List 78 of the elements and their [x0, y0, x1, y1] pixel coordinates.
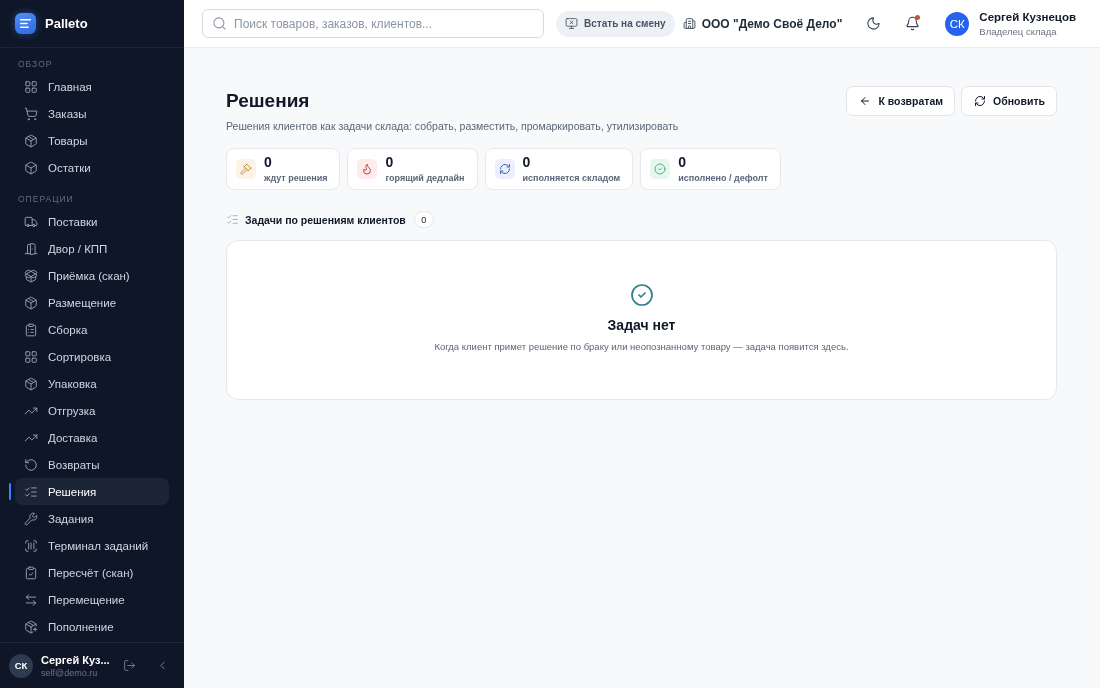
logout-button[interactable]	[123, 659, 136, 672]
user-email: self@demo.ru	[41, 667, 99, 678]
sidebar-item[interactable]: Остатки	[15, 154, 169, 181]
search-icon	[212, 16, 227, 31]
refresh-button[interactable]: Обновить	[961, 86, 1057, 116]
checklist-icon	[24, 484, 38, 499]
count-badge: 0	[413, 211, 434, 228]
sidebar-item[interactable]: Терминал заданий	[15, 532, 169, 559]
user-name: Сергей Куз...	[41, 653, 111, 666]
package-icon	[24, 376, 38, 391]
arrow-left-icon	[859, 95, 872, 107]
cart-icon	[24, 106, 38, 121]
truck-icon	[24, 214, 38, 229]
moon-icon	[865, 16, 881, 31]
section-title: ОБЗОР	[17, 58, 54, 71]
check-circle-icon	[629, 283, 654, 307]
refresh-icon	[974, 95, 987, 107]
stat-value: 0	[678, 155, 687, 170]
monitor-x-icon	[565, 17, 579, 30]
user-role: Владелец склада	[979, 25, 1058, 37]
grid-icon	[24, 349, 38, 364]
sidebar-item[interactable]: Приёмка (скан)	[15, 262, 169, 289]
search-field[interactable]: Поиск товаров, заказов, клиентов...	[202, 9, 544, 38]
stat-label: ждут решения	[264, 173, 328, 183]
package-icon	[24, 295, 38, 310]
sidebar-item[interactable]: Заказы	[15, 100, 169, 127]
page-subtitle: Решения клиентов как задачи склада: собрать, разместить, промаркировать, утилизировать	[226, 120, 679, 132]
barcode-scan-icon	[24, 538, 38, 553]
stat-value: 0	[522, 155, 532, 170]
empty-text: Когда клиент примет решение по браку или неопознанному товару — задача появится здесь.	[434, 341, 849, 352]
package-icon	[24, 619, 38, 634]
sidebar-item[interactable]: Пополнение	[15, 613, 169, 640]
stat-label: исполнено / дефолт	[678, 173, 768, 183]
checklist-icon	[226, 213, 239, 226]
stat-label: исполняется складом	[522, 173, 621, 183]
empty-title: Задач нет	[607, 317, 676, 333]
sidebar-item[interactable]: Поставки	[15, 208, 169, 235]
sidebar-item[interactable]: Возвраты	[15, 451, 169, 478]
stat-value: 0	[385, 155, 395, 170]
back-button[interactable]: К возвратам	[846, 86, 956, 116]
sidebar-item[interactable]: Упаковка	[15, 370, 169, 397]
brand-name: Palleto	[45, 16, 88, 31]
sidebar-item[interactable]: Пересчёт (скан)	[15, 559, 169, 586]
user-name: Сергей Кузнецов	[979, 10, 1076, 23]
rotate-icon	[24, 457, 38, 472]
logo-icon	[15, 13, 36, 34]
active-indicator	[9, 483, 11, 500]
organization-name[interactable]: ООО "Демо Своё Дело"	[701, 16, 843, 31]
sidebar-item[interactable]: Двор / КПП	[15, 235, 169, 262]
clipboard-check-icon	[24, 565, 38, 580]
sidebar-item[interactable]: Задания	[15, 505, 169, 532]
shift-button[interactable]: Встать на смену	[556, 10, 675, 37]
stat-value: 0	[264, 155, 273, 170]
grid-icon	[24, 79, 38, 94]
door-icon	[24, 241, 38, 256]
stat-label: горящий дедлайн	[385, 173, 465, 183]
section-title: ОПЕРАЦИИ	[17, 193, 75, 206]
bell-icon	[904, 16, 920, 31]
page-title: Решения	[226, 90, 311, 112]
package-icon	[24, 268, 38, 283]
user-avatar[interactable]: СК	[945, 11, 970, 36]
package-icon	[24, 133, 38, 148]
sidebar-item[interactable]: Главная	[15, 73, 169, 100]
sidebar-item[interactable]: Отгрузка	[15, 397, 169, 424]
sidebar-item[interactable]: Размещение	[15, 289, 169, 316]
sidebar-item[interactable]: Сборка	[15, 316, 169, 343]
sidebar-item[interactable]: Товары	[15, 127, 169, 154]
building-icon	[682, 17, 696, 30]
box-icon	[24, 160, 38, 175]
arrows-icon	[24, 592, 38, 607]
wrench-icon	[24, 511, 38, 526]
clipboard-icon	[24, 322, 38, 337]
logout-icon	[123, 659, 136, 672]
section-title: Задачи по решениям клиентов	[245, 213, 406, 226]
sidebar-item[interactable]: Перемещение	[15, 586, 169, 613]
sidebar-item[interactable]: Доставка	[15, 424, 169, 451]
user-avatar: СК	[9, 653, 33, 678]
sidebar-item[interactable]: Сортировка	[15, 343, 169, 370]
